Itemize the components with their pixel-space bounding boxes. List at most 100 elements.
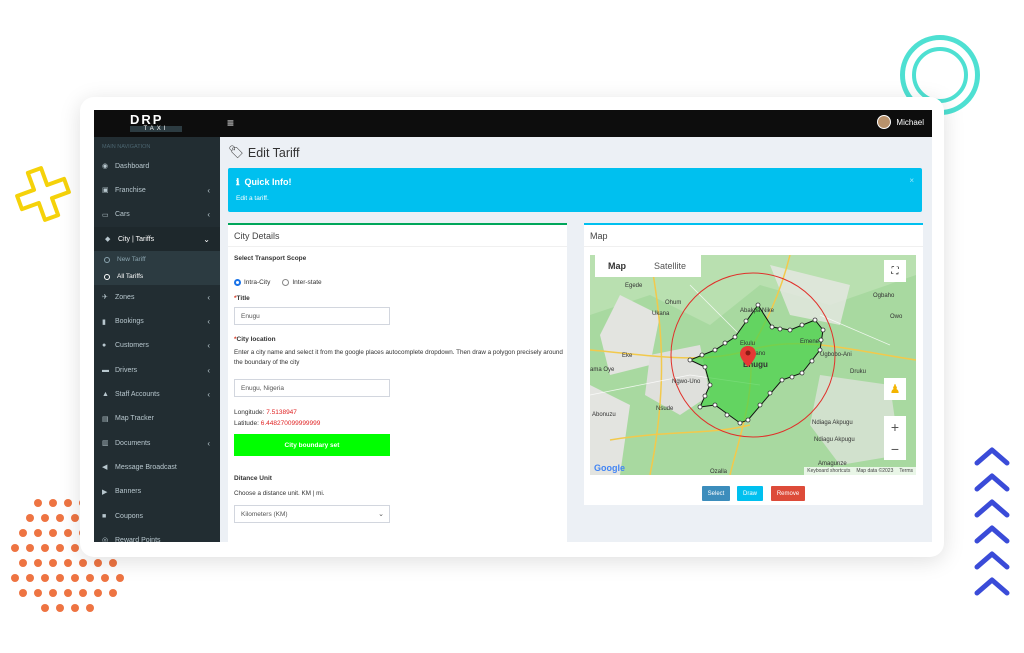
polygon-vertex[interactable]: [799, 370, 805, 376]
tags-icon: 🏷: [228, 145, 244, 159]
polygon-vertex[interactable]: [724, 412, 730, 418]
polygon-vertex[interactable]: [755, 302, 761, 308]
decor-dot: [41, 514, 49, 522]
polygon-vertex[interactable]: [687, 357, 693, 363]
decor-dot: [11, 574, 19, 582]
user-name: Michael: [896, 117, 924, 127]
title-label-text: Title: [236, 295, 250, 302]
polygon-vertex[interactable]: [818, 337, 824, 343]
sidebar-item-city-tariffs[interactable]: ◆ City | Tariffs ⌄: [94, 226, 220, 252]
polygon-vertex[interactable]: [820, 327, 826, 333]
chevron-left-icon: ‹: [207, 317, 210, 327]
google-logo: Google: [594, 463, 625, 473]
city-boundary-button[interactable]: City boundary set: [234, 434, 390, 456]
map-canvas[interactable]: EgedeOhumUkanaAbakpa NikeOgbahoOwoEkuluO…: [590, 255, 916, 475]
sidebar-item-staff-accounts[interactable]: ▲ Staff Accounts ‹: [94, 382, 220, 406]
polygon-vertex[interactable]: [722, 340, 728, 346]
polygon-vertex[interactable]: [779, 377, 785, 383]
fullscreen-icon[interactable]: ⛶: [884, 260, 906, 282]
polygon-vertex[interactable]: [699, 352, 705, 358]
sidebar-item-label: New Tariff: [117, 256, 146, 264]
terms-link[interactable]: Terms: [899, 468, 913, 474]
sidebar-item-zones[interactable]: ✈ Zones ‹: [94, 285, 220, 309]
sidebar-item-dashboard[interactable]: ◉ Dashboard: [94, 154, 220, 178]
select-button[interactable]: Select: [702, 486, 730, 501]
decor-dot: [94, 589, 102, 597]
info-title-text: Quick Info!: [244, 177, 292, 187]
sidebar-item-label: Zones: [115, 293, 135, 301]
city-location-input[interactable]: Enugu, Nigeria: [234, 379, 390, 397]
polygon-vertex[interactable]: [707, 382, 713, 388]
menu-toggle-icon[interactable]: ≡: [227, 116, 234, 130]
sidebar-item-new-tariff[interactable]: New Tariff: [94, 251, 220, 268]
sidebar-item-documents[interactable]: ▥ Documents ‹: [94, 431, 220, 455]
decor-dot: [71, 574, 79, 582]
sidebar-item-drivers[interactable]: ▬ Drivers ‹: [94, 358, 220, 382]
scope-radio-group: Intra-City Inter-state: [234, 279, 322, 286]
logo[interactable]: DRP TAXI: [130, 113, 182, 135]
polygon-vertex[interactable]: [737, 420, 743, 426]
radio-intra-city-label: Intra-City: [244, 279, 271, 286]
polygon-vertex[interactable]: [712, 402, 718, 408]
polygon-vertex[interactable]: [712, 347, 718, 353]
latitude-readout: Latitude: 6.448270099999999: [234, 420, 320, 427]
radio-inter-state[interactable]: [282, 279, 290, 286]
distance-unit-help: Choose a distance unit. KM | mi.: [234, 490, 325, 497]
sidebar-item-franchise[interactable]: ▣ Franchise ‹: [94, 178, 220, 202]
polygon-vertex[interactable]: [777, 326, 783, 332]
city-details-box: City Details Select Transport Scope Intr…: [228, 223, 567, 542]
polygon-vertex[interactable]: [697, 404, 703, 410]
polygon-vertex[interactable]: [789, 374, 795, 380]
google-map[interactable]: EgedeOhumUkanaAbakpa NikeOgbahoOwoEkuluO…: [590, 255, 916, 475]
radio-intra-city[interactable]: [234, 279, 241, 286]
truck-icon: ▬: [102, 366, 109, 374]
street-view-pegman-icon[interactable]: ♟: [884, 378, 906, 400]
polygon-vertex[interactable]: [702, 364, 708, 370]
distance-unit-select[interactable]: Kilometers (KM) ⌄: [234, 505, 390, 523]
draw-button[interactable]: Draw: [737, 486, 763, 501]
sidebar-item-banners[interactable]: ▶ Banners: [94, 480, 220, 504]
zoom-out-icon[interactable]: −: [884, 438, 906, 460]
zoom-in-icon[interactable]: +: [884, 416, 906, 438]
decor-dot: [49, 559, 57, 567]
map-type-map[interactable]: Map: [595, 255, 639, 277]
polygon-vertex[interactable]: [757, 402, 763, 408]
decor-dot: [56, 604, 64, 612]
polygon-vertex[interactable]: [799, 322, 805, 328]
decor-dot: [79, 559, 87, 567]
polygon-vertex[interactable]: [732, 334, 738, 340]
polygon-vertex[interactable]: [769, 324, 775, 330]
remove-button[interactable]: Remove: [771, 486, 805, 501]
close-icon[interactable]: ×: [909, 176, 914, 185]
map-type-satellite[interactable]: Satellite: [639, 255, 701, 277]
decor-dot: [41, 604, 49, 612]
sidebar-item-reward-points[interactable]: ◎ Reward Points: [94, 528, 220, 542]
sidebar-item-cars[interactable]: ▭ Cars ‹: [94, 203, 220, 227]
keyboard-shortcuts-link[interactable]: Keyboard shortcuts: [807, 468, 850, 474]
polygon-vertex[interactable]: [743, 318, 749, 324]
sidebar-item-message-broadcast[interactable]: ◀ Message Broadcast: [94, 455, 220, 479]
sidebar-item-coupons[interactable]: ■ Coupons: [94, 504, 220, 528]
sidebar-item-label: Banners: [115, 488, 142, 496]
decor-dot: [19, 529, 27, 537]
sidebar-item-bookings[interactable]: ▮ Bookings ‹: [94, 309, 220, 333]
sidebar-item-label: Customers: [115, 342, 149, 350]
decor-dot: [64, 529, 72, 537]
map-place-label: Ohum: [665, 300, 681, 306]
title-label: *Title: [234, 295, 250, 302]
sidebar-item-map-tracker[interactable]: ▤ Map Tracker: [94, 407, 220, 431]
polygon-vertex[interactable]: [767, 390, 773, 396]
polygon-vertex[interactable]: [809, 358, 815, 364]
sidebar-item-all-tariffs[interactable]: All Tariffs: [94, 268, 220, 285]
map-place-label: Ndiaga Akpugu: [812, 420, 853, 426]
polygon-vertex[interactable]: [787, 327, 793, 333]
map-place-label: ama Oye: [590, 367, 615, 373]
user-menu[interactable]: Michael: [877, 115, 924, 129]
polygon-vertex[interactable]: [745, 417, 751, 423]
polygon-vertex[interactable]: [812, 317, 818, 323]
radio-inter-state-label: Inter-state: [292, 279, 322, 286]
title-input[interactable]: Enugu: [234, 307, 390, 325]
sidebar-item-customers[interactable]: ● Customers ‹: [94, 334, 220, 358]
decor-dot: [41, 544, 49, 552]
polygon-vertex[interactable]: [702, 393, 708, 399]
